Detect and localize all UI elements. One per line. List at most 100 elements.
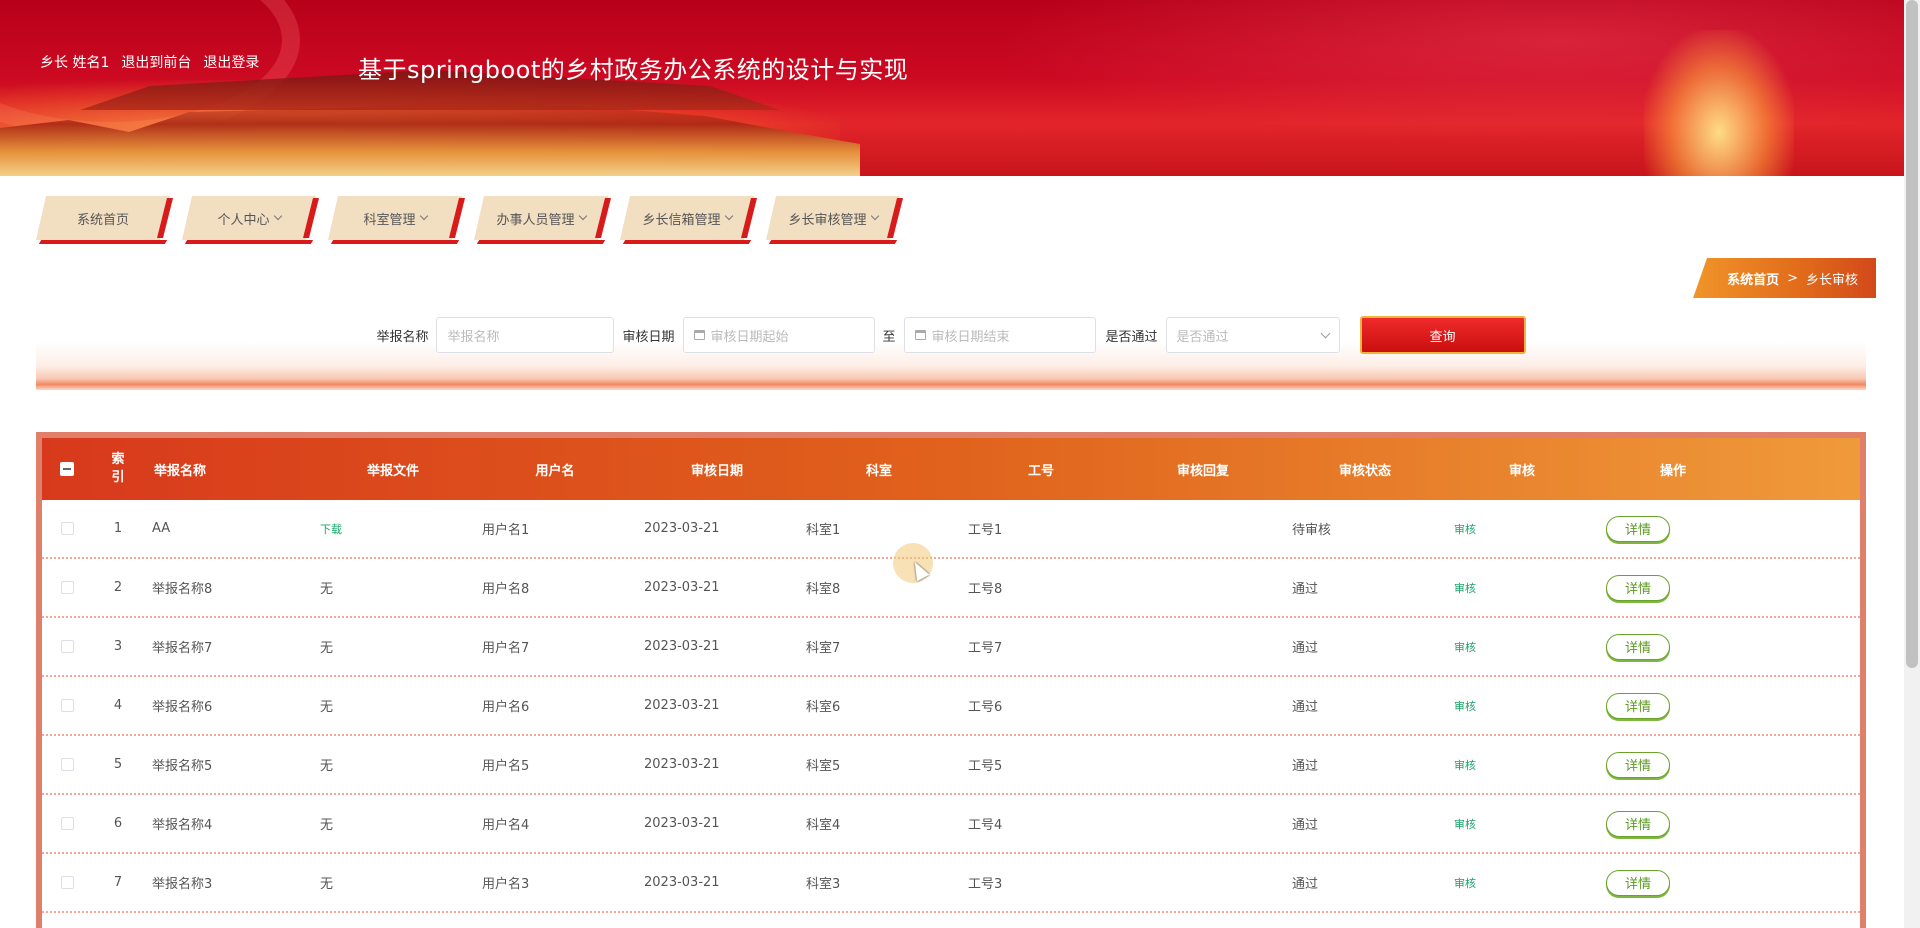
review-link[interactable]: 审核 (1454, 759, 1476, 772)
header-username: 用户名 (535, 463, 575, 479)
review-link[interactable]: 审核 (1454, 523, 1476, 536)
review-link[interactable]: 审核 (1454, 582, 1476, 595)
row-select (42, 640, 92, 653)
nav-item-review-management[interactable]: 乡长审核管理 (766, 196, 903, 240)
row-checkbox[interactable] (60, 699, 74, 712)
cell-report-name: 举报名称8 (152, 582, 213, 597)
cell-department: 科室1 (806, 523, 841, 538)
cell-review: 审核 (1446, 698, 1598, 714)
nav-item-text: 办事人员管理 (496, 212, 575, 228)
detail-button[interactable]: 详情 (1606, 574, 1670, 601)
review-link[interactable]: 审核 (1454, 877, 1476, 890)
report-name-placeholder: 举报名称 (447, 329, 500, 345)
nav-item-label: 乡长审核管理 (788, 209, 879, 228)
cell-review: 审核 (1446, 580, 1598, 596)
review-link[interactable]: 审核 (1454, 700, 1476, 713)
header-job-no: 工号 (1027, 463, 1054, 479)
detail-button[interactable]: 详情 (1606, 692, 1670, 719)
table-row: 1 AA 下载 用户名1 2023-03-21 科室1 工号1 待审核 审核 详情 (42, 500, 1860, 559)
header-report-file: 举报文件 (366, 463, 419, 479)
header-review-date: 审核日期 (690, 463, 743, 479)
nav-item-staff-management[interactable]: 办事人员管理 (474, 196, 611, 240)
select-all-checkbox[interactable] (60, 462, 74, 476)
cell-report-file: 无 (312, 578, 474, 597)
nav-item-text: 系统首页 (76, 212, 129, 228)
breadcrumb-separator: > (1787, 270, 1798, 286)
detail-button[interactable]: 详情 (1606, 869, 1670, 896)
review-link[interactable]: 审核 (1454, 641, 1476, 654)
cell-department: 科室8 (806, 582, 841, 597)
banner-arch-glow (1644, 30, 1794, 176)
cell-review-status: 通过 (1292, 641, 1319, 656)
back-to-front-link[interactable]: 退出到前台 (121, 52, 191, 72)
header-index-line: 引 (111, 470, 125, 485)
cell-job-no: 工号7 (968, 641, 1003, 656)
report-name-input[interactable]: 举报名称 (436, 317, 615, 353)
scrollbar-thumb[interactable] (1906, 0, 1918, 668)
cell-department: 科室5 (806, 759, 841, 774)
cell-index: 1 (113, 521, 123, 536)
date-end-placeholder: 审核日期结束 (931, 329, 1010, 345)
cell-department: 科室4 (806, 818, 841, 833)
date-start-input[interactable]: 审核日期起始 (682, 317, 875, 353)
download-link[interactable]: 下载 (320, 523, 342, 536)
nav-item-edge (449, 198, 465, 238)
cell-index: 4 (113, 698, 123, 713)
nav-item-label: 办事人员管理 (496, 209, 587, 228)
nav-item-edge (741, 198, 757, 238)
detail-button[interactable]: 详情 (1606, 515, 1670, 542)
query-button[interactable]: 查询 (1359, 316, 1526, 354)
date-end-input[interactable]: 审核日期结束 (903, 317, 1096, 353)
nav-item-mailbox-management[interactable]: 乡长信箱管理 (620, 196, 757, 240)
cell-username: 用户名7 (482, 641, 530, 656)
nav-item-edge (887, 198, 903, 238)
nav-item-home[interactable]: 系统首页 (36, 196, 173, 240)
cell-action: 详情 (1598, 810, 1748, 837)
detail-button[interactable]: 详情 (1606, 810, 1670, 837)
user-role: 乡长 (40, 55, 68, 71)
cell-report-file: 无 (312, 873, 474, 892)
cell-action: 详情 (1598, 751, 1748, 778)
nav-item-department-management[interactable]: 科室管理 (328, 196, 465, 240)
passed-label: 是否通过 (1105, 329, 1158, 345)
logout-link[interactable]: 退出登录 (203, 52, 259, 72)
row-select (42, 581, 92, 594)
row-checkbox[interactable] (60, 817, 74, 830)
row-select (42, 699, 92, 712)
row-checkbox[interactable] (60, 581, 74, 594)
report-name-label: 举报名称 (376, 329, 429, 345)
cell-action: 详情 (1598, 692, 1748, 719)
chevron-down-icon (870, 211, 879, 221)
row-select (42, 817, 92, 830)
report-file-text: 无 (320, 818, 334, 833)
cell-review-status: 通过 (1292, 877, 1319, 892)
page-scrollbar[interactable] (1904, 0, 1920, 928)
top-user-links: 乡长 姓名1 退出到前台 退出登录 (40, 52, 259, 72)
cell-review: 审核 (1446, 639, 1598, 655)
nav-item-text: 乡长信箱管理 (642, 212, 721, 228)
cell-action: 详情 (1598, 869, 1748, 896)
breadcrumb-home[interactable]: 系统首页 (1727, 269, 1779, 288)
row-checkbox[interactable] (60, 758, 74, 771)
cell-username: 用户名6 (482, 700, 530, 715)
nav-item-text: 个人中心 (217, 212, 270, 228)
cell-review: 审核 (1446, 757, 1598, 773)
nav-item-personal-center[interactable]: 个人中心 (182, 196, 319, 240)
detail-button[interactable]: 详情 (1606, 633, 1670, 660)
table-body: 1 AA 下载 用户名1 2023-03-21 科室1 工号1 待审核 审核 详情 2 举报名称8 无用… (42, 500, 1860, 913)
row-checkbox[interactable] (60, 522, 74, 535)
search-row: 举报名称 举报名称 审核日期 审核日期起始 至 审核日期结束 是否通过 是否通过… (36, 316, 1866, 354)
passed-select[interactable]: 是否通过 (1165, 317, 1340, 353)
table-row: 7 举报名称3 无 用户名3 2023-03-21 科室3 工号3 通过 审核 详情 (42, 854, 1860, 913)
cell-review: 审核 (1446, 816, 1598, 832)
calendar-icon (914, 330, 926, 340)
cell-job-no: 工号5 (968, 759, 1003, 774)
detail-button[interactable]: 详情 (1606, 751, 1670, 778)
app-root: 乡长 姓名1 退出到前台 退出登录 基于springboot的乡村政务办公系统的… (0, 0, 1920, 928)
review-table: 索引 举报名称 举报文件 用户名 审核日期 科室 工号 审核回复 审核状态 审核… (36, 432, 1866, 928)
row-checkbox[interactable] (60, 640, 74, 653)
row-checkbox[interactable] (60, 876, 74, 889)
review-link[interactable]: 审核 (1454, 818, 1476, 831)
row-select (42, 876, 92, 889)
header-action: 操作 (1659, 463, 1686, 479)
